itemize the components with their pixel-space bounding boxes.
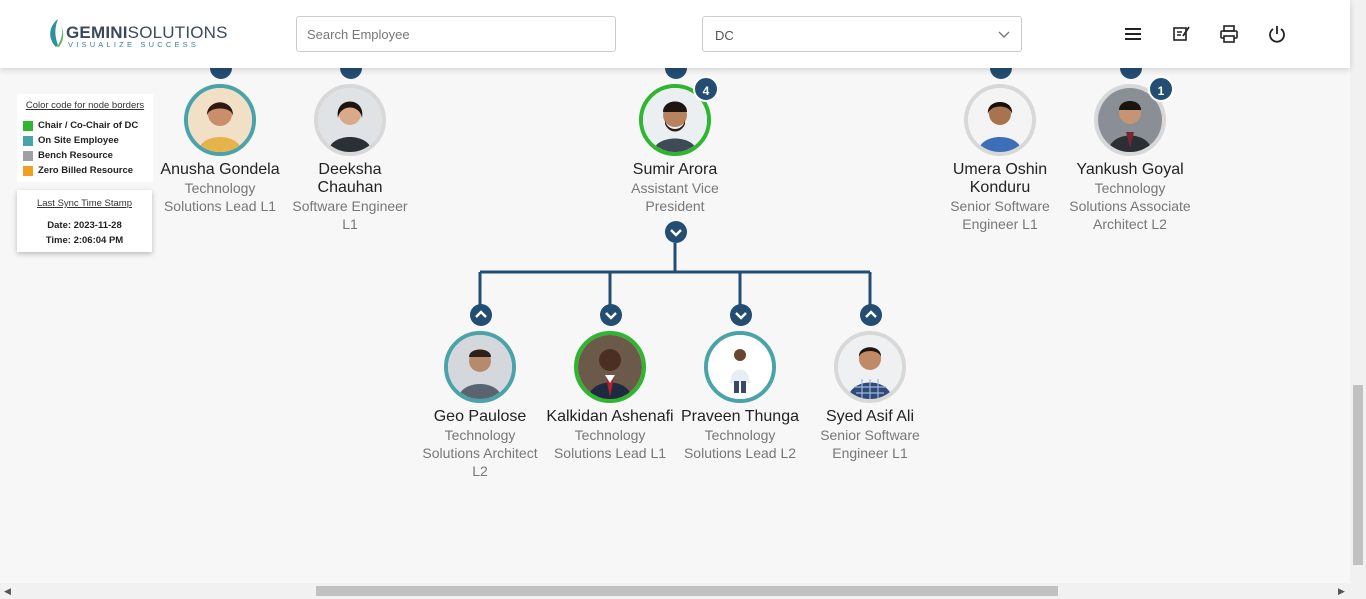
vertical-scrollbar[interactable] xyxy=(1350,0,1366,583)
person-photo-icon xyxy=(708,335,772,399)
employee-name: Deeksha Chauhan xyxy=(317,161,383,196)
collapse-toggle[interactable] xyxy=(470,304,492,326)
employee-title: Senior Software Engineer L1 xyxy=(820,427,920,461)
legend-swatch xyxy=(23,150,33,161)
menu-icon[interactable] xyxy=(1123,24,1143,44)
person-photo-icon xyxy=(838,335,902,399)
chevron-down-icon xyxy=(670,229,682,237)
person-photo-icon xyxy=(318,88,382,152)
avatar xyxy=(574,331,646,403)
employee-name: Anusha Gondela xyxy=(160,161,280,178)
chevron-down-icon xyxy=(735,312,747,320)
chevron-down-icon xyxy=(605,312,617,320)
employee-name: Praveen Thunga xyxy=(680,408,799,425)
app-header: GEMINISOLUTIONS VISUALIZE SUCCESS DC xyxy=(0,0,1350,68)
person-photo-icon xyxy=(968,88,1032,152)
employee-title: Technology Solutions Lead L1 xyxy=(163,180,277,214)
employee-node[interactable]: Geo Paulose Technology Solutions Archite… xyxy=(415,331,545,480)
avatar: 4 xyxy=(639,76,719,156)
legend-item: Zero Billed Resource xyxy=(23,163,147,178)
legend-label: Bench Resource xyxy=(38,150,113,161)
expand-toggle[interactable] xyxy=(730,304,752,326)
employee-title: Assistant Vice President xyxy=(631,180,719,214)
chevron-up-icon xyxy=(475,310,487,318)
node-border-legend: Color code for node borders Chair / Co-C… xyxy=(17,94,153,182)
collapse-toggle[interactable] xyxy=(860,304,882,326)
legend-label: Chair / Co-Chair of DC xyxy=(38,120,139,131)
employee-node[interactable]: Deeksha Chauhan Software Engineer L1 xyxy=(285,84,415,233)
sync-date: Date: 2023-11-28 xyxy=(47,220,122,231)
vertical-scroll-thumb[interactable] xyxy=(1353,385,1363,565)
legend-swatch xyxy=(23,135,33,146)
avatar xyxy=(834,331,906,403)
legend-label: On Site Employee xyxy=(38,135,119,146)
org-chart-page: GEMINISOLUTIONS VISUALIZE SUCCESS DC xyxy=(0,0,1366,599)
legend-item: On Site Employee xyxy=(23,133,147,148)
legend-item: Chair / Co-Chair of DC xyxy=(23,118,147,133)
employee-title: Technology Solutions Lead L2 xyxy=(683,427,797,461)
employee-node[interactable]: 1 Yankush Goyal Technology Solutions Ass… xyxy=(1065,76,1195,233)
employee-name: Sumir Arora xyxy=(632,161,718,178)
leaf-logo-icon xyxy=(50,19,64,47)
chevron-up-icon xyxy=(865,310,877,318)
dc-select[interactable]: DC xyxy=(702,16,1022,52)
subordinate-count-badge: 1 xyxy=(1148,76,1174,102)
employee-node[interactable]: 4 Sumir Arora Assistant Vice President xyxy=(610,76,740,215)
employee-node[interactable]: Praveen Thunga Technology Solutions Lead… xyxy=(675,331,805,462)
employee-title: Technology Solutions Associate Architect… xyxy=(1069,180,1191,232)
gemini-logo[interactable]: GEMINISOLUTIONS VISUALIZE SUCCESS xyxy=(46,17,228,51)
avatar: 1 xyxy=(1094,76,1174,156)
sync-time: Time: 2:06:04 PM xyxy=(45,235,124,246)
avatar xyxy=(964,84,1036,156)
avatar xyxy=(704,331,776,403)
avatar xyxy=(314,84,386,156)
legend-label: Zero Billed Resource xyxy=(38,165,134,176)
horizontal-scrollbar[interactable]: ◀ ▶ xyxy=(0,583,1366,599)
person-photo-icon xyxy=(448,335,512,399)
legend-title: Color code for node borders xyxy=(25,100,145,111)
employee-name: Yankush Goyal xyxy=(1076,161,1184,178)
legend-swatch xyxy=(23,165,33,176)
sync-title: Last Sync Time Stamp xyxy=(36,198,133,209)
expand-toggle[interactable] xyxy=(665,221,687,243)
avatar xyxy=(184,84,256,156)
person-photo-icon xyxy=(578,335,642,399)
employee-name: Kalkidan Ashenafi xyxy=(546,408,674,425)
legend-swatch xyxy=(23,120,33,131)
last-sync-panel: Last Sync Time Stamp Date: 2023-11-28 Ti… xyxy=(17,190,152,252)
search-employee-input[interactable] xyxy=(296,16,616,52)
legend-item: Bench Resource xyxy=(23,148,147,163)
employee-node[interactable]: Syed Asif Ali Senior Software Engineer L… xyxy=(805,331,935,462)
subordinate-count-badge: 4 xyxy=(693,76,719,102)
scroll-right-arrow-icon[interactable]: ▶ xyxy=(1338,586,1345,597)
person-photo-icon xyxy=(188,88,252,152)
employee-title: Technology Solutions Architect L2 xyxy=(422,427,538,479)
employee-title: Software Engineer L1 xyxy=(292,198,408,232)
employee-name: Geo Paulose xyxy=(433,408,527,425)
power-logout-icon[interactable] xyxy=(1267,24,1287,44)
employee-name: Syed Asif Ali xyxy=(825,408,915,425)
edit-notes-icon[interactable] xyxy=(1171,24,1191,44)
horizontal-scroll-thumb[interactable] xyxy=(316,586,1058,596)
print-icon[interactable] xyxy=(1219,24,1239,44)
expand-toggle[interactable] xyxy=(600,304,622,326)
scroll-left-arrow-icon[interactable]: ◀ xyxy=(4,586,11,597)
avatar xyxy=(444,331,516,403)
employee-title: Technology Solutions Lead L1 xyxy=(553,427,667,461)
employee-node[interactable]: Umera Oshin Konduru Senior Software Engi… xyxy=(935,84,1065,233)
dc-select-value: DC xyxy=(715,28,734,43)
chevron-down-icon xyxy=(998,31,1010,38)
employee-node[interactable]: Anusha Gondela Technology Solutions Lead… xyxy=(155,84,285,215)
employee-title: Senior Software Engineer L1 xyxy=(950,198,1050,232)
employee-node[interactable]: Kalkidan Ashenafi Technology Solutions L… xyxy=(545,331,675,462)
logo-tagline: VISUALIZE SUCCESS xyxy=(68,40,200,49)
employee-name: Umera Oshin Konduru xyxy=(952,161,1048,196)
